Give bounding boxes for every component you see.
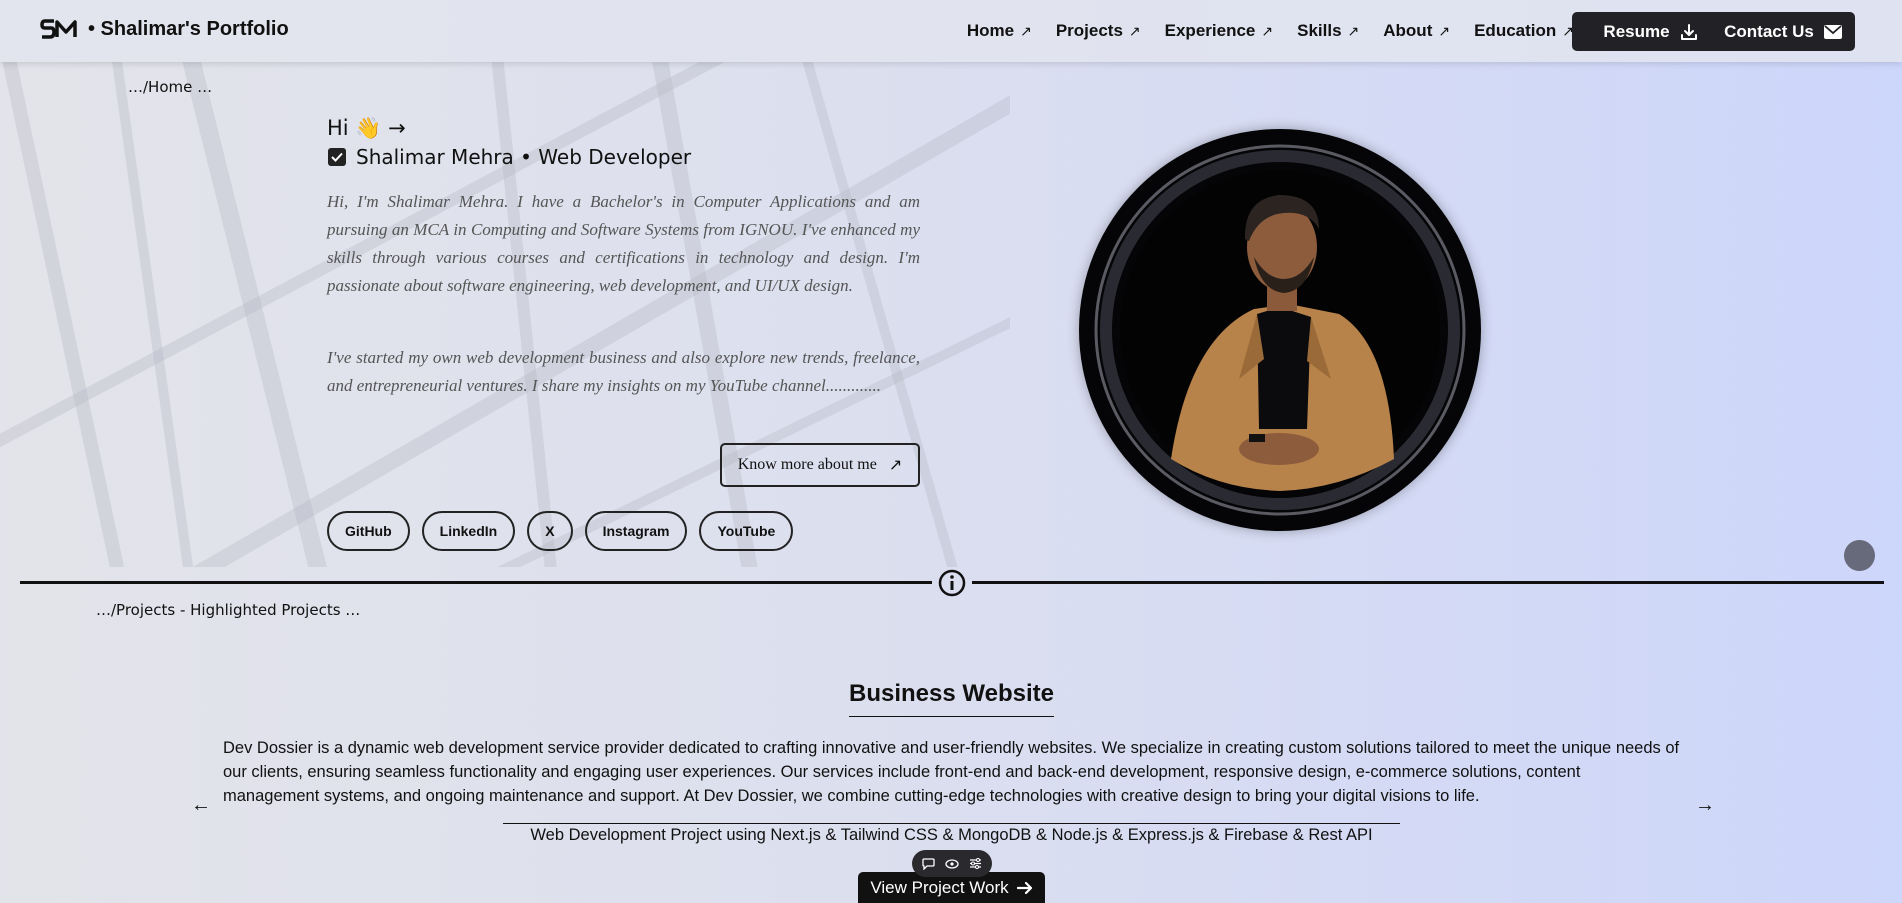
contact-label: Contact Us — [1724, 21, 1814, 41]
breadcrumb-home: …/Home … — [128, 78, 213, 96]
view-project-label: View Project Work — [870, 878, 1009, 897]
project-divider — [503, 823, 1400, 824]
project-tech-stack: Web Development Project using Next.js & … — [530, 826, 1373, 844]
download-icon — [1680, 23, 1697, 40]
comment-icon[interactable] — [922, 857, 935, 870]
project-title: Business Website — [849, 680, 1054, 717]
eye-icon[interactable] — [945, 858, 959, 869]
external-arrow-icon: ↗ — [1261, 22, 1274, 39]
business-paragraph: I've started my own web development busi… — [327, 348, 920, 395]
nav-projects[interactable]: Projects ↗ — [1056, 21, 1141, 41]
instagram-link[interactable]: Instagram — [584, 511, 688, 551]
external-arrow-icon: ↗ — [1020, 22, 1032, 39]
mail-icon — [1823, 24, 1842, 39]
info-icon[interactable] — [938, 569, 966, 597]
nav-about-label: About — [1383, 21, 1433, 40]
github-link[interactable]: GitHub — [327, 511, 410, 551]
nav-home-label: Home — [966, 21, 1015, 40]
nav-experience-label: Experience — [1164, 21, 1256, 40]
floating-toolbar — [912, 850, 992, 877]
profile-portrait-illustration — [1094, 144, 1466, 516]
project-description: Dev Dossier is a dynamic web development… — [223, 739, 1680, 805]
resume-label: Resume — [1603, 21, 1670, 41]
nav-projects-label: Projects — [1055, 21, 1123, 40]
profile-photo — [1079, 129, 1481, 531]
main-nav: Home ↗ Projects ↗ Experience ↗ Skills ↗ Abou… — [967, 0, 1574, 62]
external-arrow-icon: ↗ — [888, 457, 903, 474]
know-more-label: Know more about me — [737, 456, 877, 473]
site-header: • Shalimar's Portfolio Home ↗ Projects ↗ E… — [0, 0, 1902, 62]
prev-project-arrow-icon[interactable]: ← — [191, 794, 211, 817]
section-divider — [972, 581, 1884, 584]
nav-skills[interactable]: Skills ↗ — [1297, 21, 1359, 41]
x-link[interactable]: X — [527, 511, 573, 551]
greeting: Hi 👋 → — [327, 116, 406, 140]
breadcrumb-projects: …/Projects - Highlighted Projects … — [96, 601, 361, 619]
youtube-link[interactable]: YouTube — [699, 511, 794, 551]
know-more-button[interactable]: Know more about me ↗ — [720, 443, 920, 487]
logo[interactable]: • Shalimar's Portfolio — [40, 17, 289, 41]
scroll-indicator[interactable] — [1844, 540, 1875, 571]
nav-home[interactable]: Home ↗ — [967, 21, 1032, 41]
intro-paragraph: Hi, I'm Shalimar Mehra. I have a Bachelo… — [327, 192, 920, 295]
checkbox-icon — [328, 148, 346, 166]
nav-education[interactable]: Education ↗ — [1474, 21, 1574, 41]
arrow-right-icon — [1016, 881, 1032, 895]
social-links: GitHub LinkedIn X Instagram YouTube — [327, 511, 794, 551]
nav-skills-label: Skills — [1297, 21, 1342, 40]
external-arrow-icon: ↗ — [1438, 22, 1451, 39]
settings-sliders-icon[interactable] — [969, 858, 982, 869]
external-arrow-icon: ↗ — [1347, 22, 1360, 39]
contact-us-button[interactable]: Contact Us — [1711, 12, 1855, 51]
section-divider — [20, 581, 932, 584]
linkedin-link[interactable]: LinkedIn — [421, 511, 516, 551]
nav-experience[interactable]: Experience ↗ — [1165, 21, 1273, 41]
external-arrow-icon: ↗ — [1128, 22, 1141, 39]
role-heading: Shalimar Mehra • Web Developer — [328, 145, 691, 169]
nav-education-label: Education — [1474, 21, 1557, 40]
next-project-arrow-icon[interactable]: → — [1695, 794, 1715, 817]
role-text: Shalimar Mehra • Web Developer — [356, 145, 692, 169]
nav-about[interactable]: About ↗ — [1383, 21, 1450, 41]
resume-button[interactable]: Resume — [1572, 12, 1729, 51]
brand-name: • Shalimar's Portfolio — [88, 17, 289, 40]
hero-background-pattern — [0, 62, 1010, 567]
sm-logo-icon — [40, 19, 77, 39]
